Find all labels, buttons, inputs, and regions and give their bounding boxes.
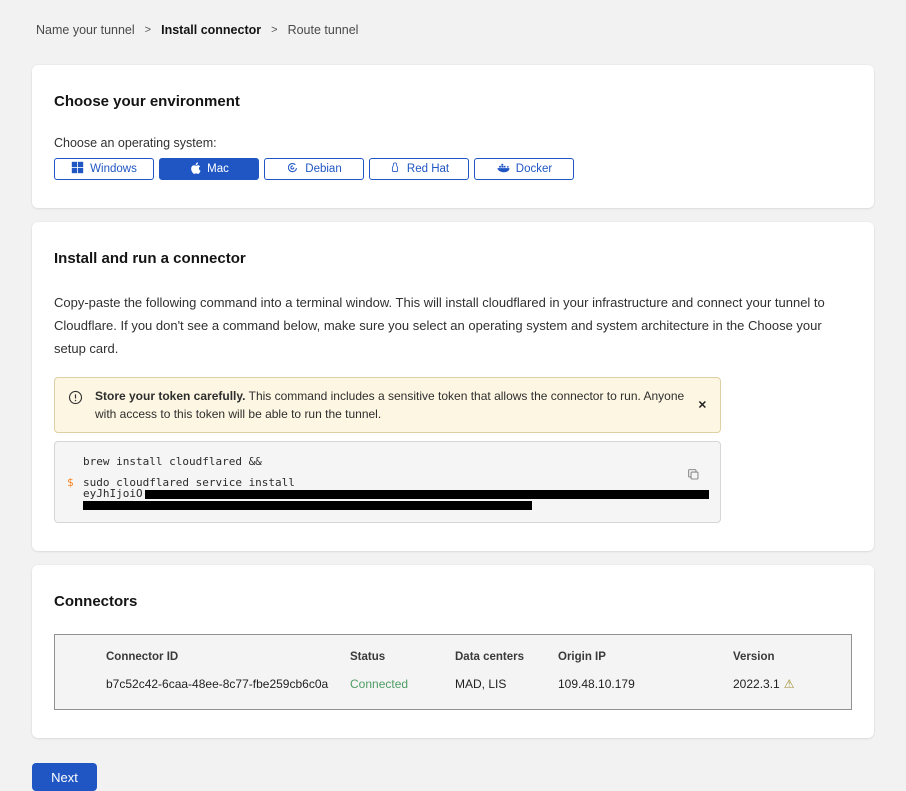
connectors-card: Connectors Connector ID Status Data cent… — [32, 565, 874, 738]
install-card-description: Copy-paste the following command into a … — [54, 291, 852, 360]
token-warning-banner: Store your token carefully. This command… — [54, 377, 721, 433]
warning-title: Store your token carefully. — [95, 389, 246, 403]
install-command-code-block[interactable]: brew install cloudflared && $sudo cloudf… — [54, 441, 721, 523]
windows-icon — [71, 161, 84, 177]
install-connector-card: Install and run a connector Copy-paste t… — [32, 222, 874, 551]
copy-icon[interactable] — [687, 468, 700, 484]
breadcrumb-separator: > — [271, 24, 277, 36]
os-button-docker[interactable]: Docker — [474, 158, 574, 180]
code-line-token: eyJhIjoiO — [55, 488, 720, 499]
breadcrumb: Name your tunnel > Install connector > R… — [0, 0, 906, 37]
version-warning-icon: ⚠ — [784, 678, 795, 690]
os-button-label: Red Hat — [407, 163, 449, 175]
next-button[interactable]: Next — [32, 763, 97, 791]
connectors-table: Connector ID Status Data centers Origin … — [54, 634, 852, 710]
col-header-origin-ip: Origin IP — [558, 651, 733, 663]
redacted-token-bar — [145, 490, 709, 499]
col-header-status: Status — [350, 651, 455, 663]
os-button-windows[interactable]: Windows — [54, 158, 154, 180]
os-button-label: Debian — [305, 163, 341, 175]
breadcrumb-route-tunnel[interactable]: Route tunnel — [288, 23, 359, 37]
os-button-group: Windows Mac Debian Red Hat — [54, 158, 852, 180]
environment-card: Choose your environment Choose an operat… — [32, 65, 874, 208]
code-line-token-2 — [55, 499, 720, 510]
os-select-label: Choose an operating system: — [54, 136, 852, 150]
redhat-penguin-icon — [389, 161, 401, 177]
os-button-redhat[interactable]: Red Hat — [369, 158, 469, 180]
breadcrumb-install-connector[interactable]: Install connector — [161, 23, 261, 37]
connector-id-value: b7c52c42-6caa-48ee-8c77-fbe259cb6c0a — [106, 677, 350, 691]
apple-icon — [189, 161, 201, 178]
col-header-connector-id: Connector ID — [106, 651, 350, 663]
data-centers-value: MAD, LIS — [455, 677, 558, 691]
install-card-title: Install and run a connector — [54, 250, 852, 267]
os-button-debian[interactable]: Debian — [264, 158, 364, 180]
breadcrumb-name-your-tunnel[interactable]: Name your tunnel — [36, 23, 135, 37]
redacted-token-bar — [83, 501, 532, 510]
os-button-label: Mac — [207, 163, 229, 175]
col-header-data-centers: Data centers — [455, 651, 558, 663]
os-button-label: Windows — [90, 163, 137, 175]
environment-card-title: Choose your environment — [54, 93, 852, 110]
main-content: Choose your environment Choose an operat… — [32, 65, 874, 738]
docker-whale-icon — [496, 162, 510, 177]
os-button-label: Docker — [516, 163, 552, 175]
col-header-version: Version — [733, 651, 851, 663]
connectors-card-title: Connectors — [54, 593, 852, 610]
origin-ip-value: 109.48.10.179 — [558, 677, 733, 691]
connectors-table-header: Connector ID Status Data centers Origin … — [106, 651, 851, 663]
breadcrumb-separator: > — [145, 24, 151, 36]
status-badge: Connected — [350, 677, 455, 691]
code-line-brew: brew install cloudflared && — [55, 456, 720, 467]
version-value: 2022.3.1 ⚠ — [733, 677, 851, 691]
os-button-mac[interactable]: Mac — [159, 158, 259, 180]
debian-icon — [286, 161, 299, 177]
close-icon[interactable]: ✕ — [698, 399, 707, 412]
code-line-sudo: $sudo cloudflared service install — [55, 477, 720, 488]
table-row: b7c52c42-6caa-48ee-8c77-fbe259cb6c0a Con… — [106, 677, 851, 691]
shell-prompt: $ — [67, 477, 74, 488]
alert-circle-icon — [68, 390, 83, 410]
